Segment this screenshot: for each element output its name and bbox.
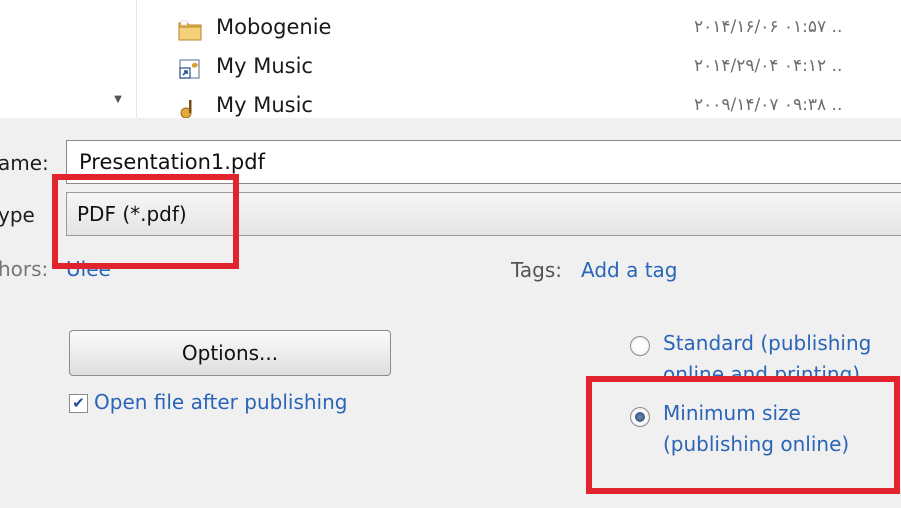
standard-label-line2[interactable]: online and printing) [663, 359, 860, 379]
file-row-mobogenie[interactable]: Mobogenie ۲۰۱۴/۱۶/۰۶ ۰۱:۵۷ .. [0, 10, 901, 48]
minimum-label-line1[interactable]: Minimum size [663, 398, 801, 429]
filename-value: Presentation1.pdf [79, 150, 265, 174]
shortcut-icon [178, 58, 202, 80]
open-after-label[interactable]: Open file after publishing [94, 390, 347, 414]
file-name: My Music [216, 93, 313, 117]
file-date: ۲۰۰۹/۱۴/۰۷ ۰۹:۳۸ .. [694, 95, 843, 115]
minimum-label-line2[interactable]: (publishing online) [663, 429, 849, 460]
type-value: PDF (*.pdf) [77, 202, 187, 226]
file-date: ۲۰۱۴/۱۶/۰۶ ۰۱:۵۷ .. [694, 17, 843, 37]
open-after-checkbox[interactable]: ✔ [69, 394, 88, 413]
music-folder-icon [178, 97, 202, 119]
authors-label: hors: [0, 257, 49, 281]
file-date: ۲۰۱۴/۲۹/۰۴ ۰۴:۱۲ .. [694, 56, 843, 76]
file-row-my-music-shortcut[interactable]: My Music ۲۰۱۴/۲۹/۰۴ ۰۴:۱۲ .. [0, 49, 901, 87]
filename-label: ame: [0, 151, 49, 175]
options-button[interactable]: Options... [69, 330, 391, 376]
file-name: Mobogenie [216, 15, 332, 39]
filename-input[interactable]: Presentation1.pdf [66, 140, 901, 184]
file-list: ▼ Mobogenie ۲۰۱۴/۱۶/۰۶ ۰۱:۵۷ .. My Music… [0, 0, 901, 119]
standard-label-line1[interactable]: Standard (publishing [663, 328, 871, 359]
folder-icon [178, 19, 202, 41]
standard-radio[interactable] [630, 336, 650, 356]
authors-link[interactable]: Ulee [66, 257, 111, 281]
tags-label: Tags: [511, 258, 563, 282]
type-label: ype [0, 203, 35, 227]
radio-selected-dot [635, 412, 645, 422]
minimum-size-radio[interactable] [630, 407, 650, 427]
checkmark-icon: ✔ [72, 394, 85, 412]
save-as-type-select[interactable]: PDF (*.pdf) [66, 192, 901, 236]
add-tag-link[interactable]: Add a tag [581, 258, 677, 282]
file-name: My Music [216, 54, 313, 78]
